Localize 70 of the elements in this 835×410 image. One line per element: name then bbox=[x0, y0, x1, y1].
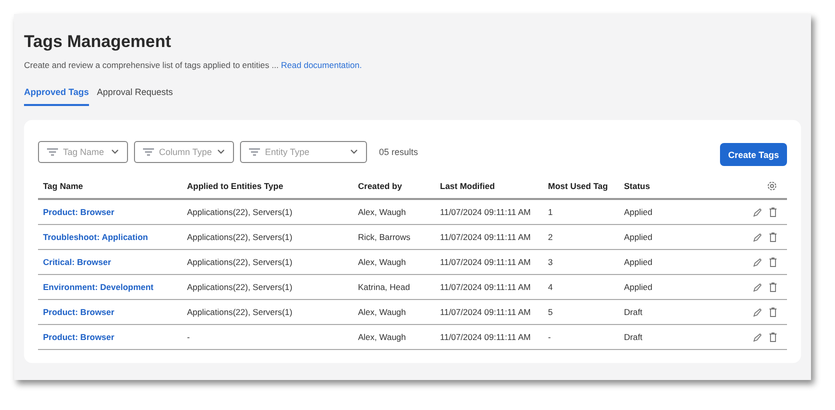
table-cell: 11/07/2024 09:11:11 AM bbox=[435, 275, 543, 300]
delete-icon[interactable] bbox=[769, 257, 777, 267]
table-cell: Katrina, Head bbox=[353, 275, 435, 300]
edit-icon[interactable] bbox=[753, 258, 762, 266]
column-header: Tag Name bbox=[38, 174, 182, 200]
tag-link[interactable]: Environment: Development bbox=[38, 275, 182, 300]
table-cell: Alex, Waugh bbox=[353, 250, 435, 275]
delete-icon[interactable] bbox=[769, 307, 777, 317]
table-cell: Applied bbox=[619, 250, 735, 275]
tab[interactable]: Approval Requests bbox=[96, 87, 173, 106]
column-header: Created by bbox=[353, 174, 435, 200]
table-cell: 11/07/2024 09:11:11 AM bbox=[435, 225, 543, 250]
table-cell: Applied bbox=[619, 200, 735, 225]
edit-icon[interactable] bbox=[753, 232, 762, 242]
documentation-link[interactable]: Read documentation. bbox=[281, 60, 362, 70]
chevron-down-icon bbox=[217, 149, 225, 154]
column-header: Most Used Tag bbox=[543, 174, 619, 200]
table-cell: 5 bbox=[543, 300, 619, 325]
tag-link[interactable]: Product: Browser bbox=[38, 300, 182, 325]
table-cell: 3 bbox=[543, 250, 619, 275]
table-cell: Applications(22), Servers(1) bbox=[182, 250, 353, 275]
edit-icon[interactable] bbox=[753, 332, 762, 342]
tag-link[interactable]: Critical: Browser bbox=[38, 250, 182, 275]
delete-icon[interactable] bbox=[769, 207, 777, 217]
results-count: 05 results bbox=[379, 146, 418, 156]
table-cell: Rick, Barrows bbox=[353, 225, 435, 250]
table-cell: Alex, Waugh bbox=[353, 300, 435, 325]
filter-dropdown[interactable]: Tag Name bbox=[38, 140, 128, 162]
column-header: Status bbox=[619, 174, 735, 200]
table-cell: 11/07/2024 09:11:11 AM bbox=[435, 325, 543, 350]
table-cell: Applications(22), Servers(1) bbox=[182, 200, 353, 225]
table-cell: - bbox=[182, 325, 353, 350]
column-header: Applied to Entities Type bbox=[182, 174, 353, 200]
table-cell: Alex, Waugh bbox=[353, 200, 435, 225]
tag-link[interactable]: Product: Browser bbox=[38, 200, 182, 225]
table-cell: Applications(22), Servers(1) bbox=[182, 225, 353, 250]
table-cell: Applied bbox=[619, 225, 735, 250]
chevron-down-icon bbox=[111, 149, 119, 154]
tab[interactable]: Approved Tags bbox=[24, 87, 89, 106]
table-cell: - bbox=[543, 325, 619, 350]
edit-icon[interactable] bbox=[753, 308, 762, 316]
settings-icon[interactable] bbox=[767, 181, 777, 191]
page-description: Create and review a comprehensive list of tags applied to entities ... Read documentation. bbox=[24, 60, 363, 70]
table-cell: Applications(22), Servers(1) bbox=[182, 300, 353, 325]
table-cell: 11/07/2024 09:11:11 AM bbox=[435, 200, 543, 225]
chevron-down-icon bbox=[350, 149, 358, 154]
filter-icon bbox=[143, 148, 154, 156]
edit-icon[interactable] bbox=[753, 208, 762, 216]
tag-link[interactable]: Troubleshoot: Application bbox=[38, 225, 182, 250]
tag-link[interactable]: Product: Browser bbox=[38, 325, 182, 350]
table-cell: 11/07/2024 09:11:11 AM bbox=[435, 300, 543, 325]
delete-icon[interactable] bbox=[769, 332, 777, 342]
table-cell: 1 bbox=[543, 200, 619, 225]
filter-icon bbox=[47, 148, 58, 156]
filter-dropdown[interactable]: Column Type bbox=[134, 140, 234, 162]
column-header: Last Modified bbox=[435, 174, 543, 200]
table-cell: Alex, Waugh bbox=[353, 325, 435, 350]
table-cell: Draft bbox=[619, 300, 735, 325]
page-title: Tags Management bbox=[24, 32, 172, 52]
table-cell: Draft bbox=[619, 325, 735, 350]
table-cell: Applications(22), Servers(1) bbox=[182, 275, 353, 300]
table-cell: Applied bbox=[619, 275, 735, 300]
filter-icon bbox=[249, 148, 260, 156]
delete-icon[interactable] bbox=[769, 282, 777, 292]
table-cell: 4 bbox=[543, 275, 619, 300]
delete-icon[interactable] bbox=[769, 232, 777, 242]
table-cell: 11/07/2024 09:11:11 AM bbox=[435, 250, 543, 275]
table-cell: 2 bbox=[543, 225, 619, 250]
create-tags-button[interactable]: Create Tags bbox=[720, 143, 787, 166]
edit-icon[interactable] bbox=[753, 282, 762, 292]
